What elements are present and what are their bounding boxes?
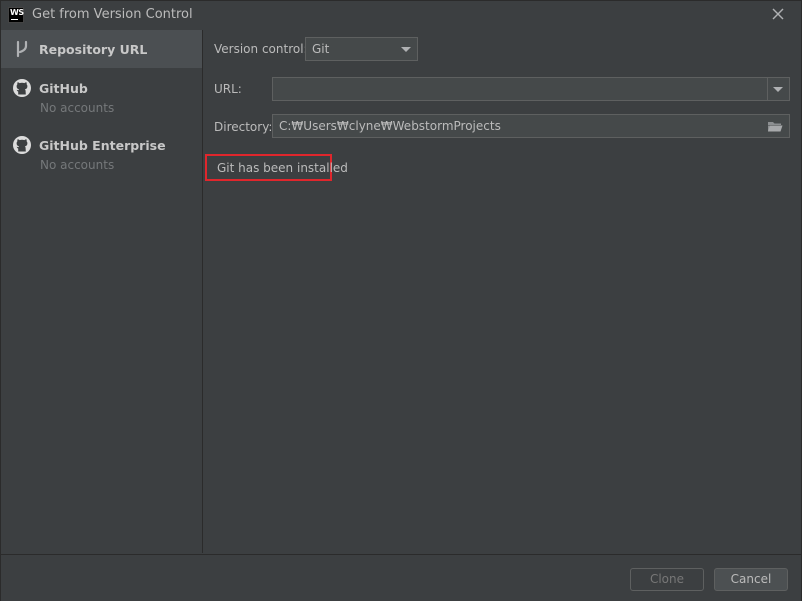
sidebar-item-label: GitHub — [39, 81, 88, 96]
directory-field[interactable]: C:₩Users₩clyne₩WebstormProjects — [272, 114, 790, 138]
title-bar: WS Get from Version Control — [1, 1, 801, 30]
version-control-value: Git — [312, 42, 330, 56]
sidebar-item-github-enterprise[interactable]: GitHub Enterprise No accounts — [1, 133, 202, 181]
dialog-footer: Clone Cancel — [1, 554, 801, 601]
chevron-down-icon[interactable] — [773, 87, 783, 92]
status-highlight-box: Git has been installed — [205, 154, 348, 181]
sidebar-item-label: Repository URL — [39, 42, 148, 57]
sidebar-item-github[interactable]: GitHub No accounts — [1, 76, 202, 124]
cancel-button[interactable]: Cancel — [714, 568, 788, 591]
github-icon — [13, 79, 31, 97]
directory-label: Directory: — [214, 120, 273, 134]
dialog-title: Get from Version Control — [32, 7, 193, 22]
repository-url-form: Version control: Git URL: Directory: C:₩… — [203, 30, 801, 553]
get-from-vcs-dialog: WS Get from Version Control Repository U… — [0, 0, 802, 601]
sidebar-item-sublabel: No accounts — [40, 158, 115, 172]
url-label: URL: — [214, 82, 242, 96]
folder-browse-icon[interactable] — [767, 120, 783, 133]
directory-input[interactable]: C:₩Users₩clyne₩WebstormProjects — [279, 119, 501, 133]
close-icon[interactable] — [771, 7, 785, 21]
sidebar-item-repository-url[interactable]: Repository URL — [1, 30, 202, 68]
git-status-message: Git has been installed — [217, 161, 348, 175]
url-combobox[interactable] — [272, 77, 790, 101]
github-icon — [13, 136, 31, 154]
source-sidebar: Repository URL GitHub No accounts GitHub… — [1, 30, 203, 553]
version-control-label: Version control: — [214, 42, 308, 56]
logo-text: WS — [10, 8, 24, 17]
sidebar-item-sublabel: No accounts — [40, 101, 115, 115]
clone-button[interactable]: Clone — [630, 568, 704, 591]
webstorm-logo-icon: WS — [8, 7, 24, 23]
version-control-select[interactable]: Git — [305, 37, 418, 61]
vcs-branch-icon — [16, 40, 28, 58]
chevron-down-icon — [401, 47, 411, 52]
sidebar-item-label: GitHub Enterprise — [39, 138, 166, 153]
